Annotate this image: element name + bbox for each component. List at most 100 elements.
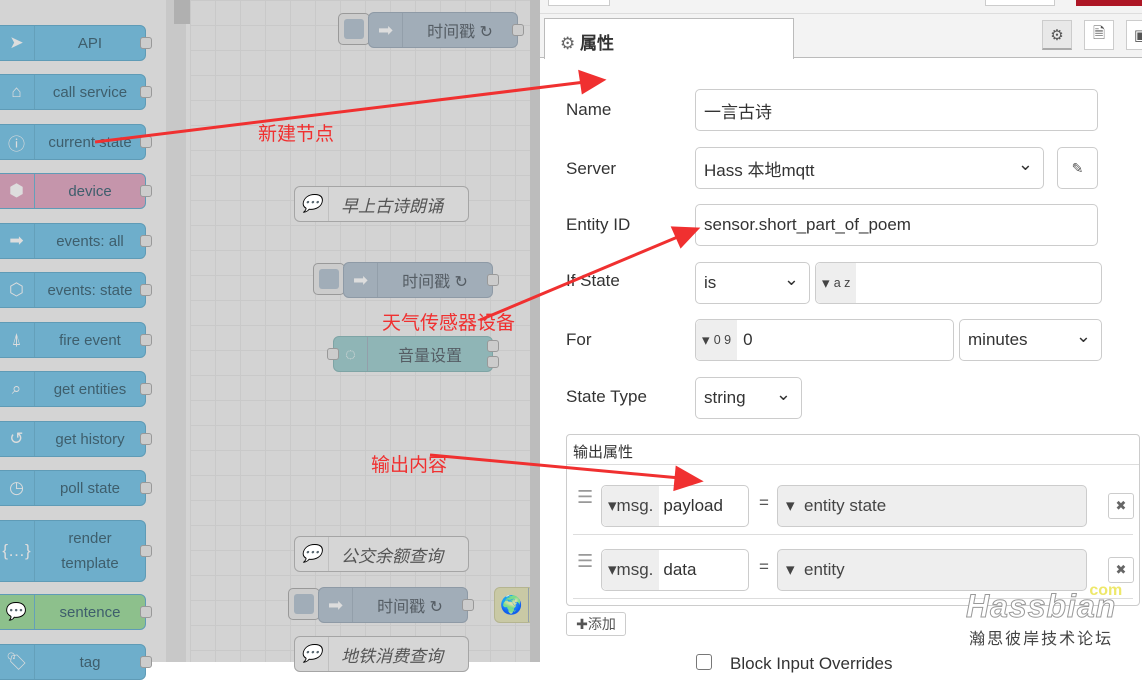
output-port[interactable] (140, 334, 152, 346)
palette-node[interactable]: ◷ poll state (0, 470, 152, 506)
inject-button[interactable] (338, 13, 370, 45)
output-port[interactable] (140, 656, 152, 668)
delete-row-button[interactable]: ✖ (1108, 557, 1134, 583)
palette-node[interactable]: ⍋ fire event (0, 322, 152, 358)
palette-scrollbar[interactable] (166, 0, 186, 662)
output-port[interactable] (512, 24, 524, 36)
volume-node[interactable]: ◌ 音量设置 (333, 336, 493, 372)
settings-tab-button[interactable]: ⚙ (1042, 20, 1072, 50)
annotation-sensor-device: 天气传感器设备 (382, 313, 516, 334)
description-tab-button[interactable]: 🗎 (1084, 20, 1114, 50)
palette-node[interactable]: ➡ events: all (0, 223, 152, 259)
palette-node[interactable]: 💬 sentence (0, 594, 152, 630)
output-value-select[interactable]: ▾ entity state (777, 485, 1087, 527)
arrow-right-icon: ➡ (344, 263, 378, 297)
palette: ➤ API ⌂ call service ⓘ current state ⬢ device ➡ e… (0, 0, 190, 680)
output-port[interactable] (462, 599, 474, 611)
block-input-overrides[interactable]: Block Input Overrides (696, 654, 893, 674)
type-selector[interactable]: ▾ 0 9 (696, 320, 738, 360)
output-port[interactable] (140, 433, 152, 445)
if-state-operator-select[interactable]: is (695, 262, 810, 304)
output-properties-list: 输出属性 ☰ ▾ msg. payload = ▾ entity state ✖ … (566, 434, 1140, 606)
output-value-select[interactable]: ▾ entity (777, 549, 1087, 591)
drag-handle-icon[interactable]: ☰ (577, 551, 593, 572)
history-icon: ↺ (0, 422, 35, 456)
antenna-icon: ⍋ (0, 323, 35, 357)
output-property-input[interactable]: ▾ msg. data (601, 549, 749, 591)
server-select[interactable]: Hass 本地mqtt (695, 147, 1044, 189)
output-port[interactable] (487, 356, 499, 368)
output-property-input[interactable]: ▾ msg. payload (601, 485, 749, 527)
arrow-right-icon: ➡ (0, 224, 35, 258)
palette-scroll-thumb[interactable] (174, 0, 190, 24)
comment-node[interactable]: 💬 公交余额查询 (294, 536, 469, 572)
drag-handle-icon[interactable]: ☰ (577, 487, 593, 508)
edit-server-button[interactable]: ✎ (1057, 147, 1098, 189)
paper-plane-icon: ➤ (0, 26, 35, 60)
palette-node[interactable]: ➤ API (0, 25, 152, 61)
palette-node[interactable]: ⬢ device (0, 173, 152, 209)
entities-search-icon: ⌕ (0, 372, 35, 406)
input-port[interactable] (327, 348, 339, 360)
speech-bubble-icon: 💬 (295, 537, 329, 571)
delete-button[interactable] (985, 0, 1055, 6)
inject-button[interactable] (313, 263, 345, 295)
palette-node[interactable]: ⓘ current state (0, 124, 152, 160)
output-port[interactable] (140, 86, 152, 98)
for-unit-select[interactable]: minutes (959, 319, 1102, 361)
palette-node[interactable]: ⬡ events: state (0, 272, 152, 308)
output-port[interactable] (140, 235, 152, 247)
entity-id-input[interactable]: sensor.short_part_of_poem (695, 204, 1098, 246)
for-input[interactable]: ▾ 0 90 (695, 319, 954, 361)
tab-bar: ⚙ 属性 ⚙ 🗎 ▣ (540, 14, 1142, 59)
dial-icon: ◌ (334, 337, 368, 371)
appearance-tab-button[interactable]: ▣ (1126, 20, 1142, 50)
delete-row-button[interactable]: ✖ (1108, 493, 1134, 519)
info-icon: ⓘ (0, 125, 35, 159)
if-state-input[interactable]: ▾ a z (815, 262, 1102, 304)
cube-icon: ⬢ (0, 174, 35, 208)
add-output-button[interactable]: ✚ 添加 (566, 612, 626, 636)
output-port[interactable] (140, 136, 152, 148)
checkbox[interactable] (696, 654, 712, 670)
output-port[interactable] (487, 340, 499, 352)
state-type-select[interactable]: string (695, 377, 802, 419)
type-selector[interactable]: ▾ a z (816, 263, 857, 303)
document-icon: 🗎 (1092, 24, 1106, 42)
done-button[interactable] (1076, 0, 1142, 6)
palette-node[interactable]: ⌕ get entities (0, 371, 152, 407)
palette-node[interactable]: ⌂ call service (0, 74, 152, 110)
output-port[interactable] (140, 37, 152, 49)
inject-button[interactable] (288, 588, 320, 620)
inject-node[interactable]: ➡ 时间戳 ↻ (343, 262, 493, 298)
name-label: Name (566, 100, 612, 119)
output-port[interactable] (140, 606, 152, 618)
gear-icon: ⚙ (1050, 26, 1064, 44)
gear-icon: ⚙ (560, 34, 576, 53)
inject-node[interactable]: ➡ 时间戳 ↻ (318, 587, 468, 623)
arrow-right-icon: ➡ (369, 13, 403, 47)
canvas-scrollbar[interactable] (530, 0, 540, 662)
name-input[interactable]: 一言古诗 (695, 89, 1098, 131)
output-port[interactable] (140, 284, 152, 296)
output-port[interactable] (140, 185, 152, 197)
speech-bubble-icon: 💬 (0, 595, 35, 629)
comment-node[interactable]: 💬 早上古诗朗诵 (294, 186, 469, 222)
output-port[interactable] (487, 274, 499, 286)
entity-id-label: Entity ID (566, 215, 631, 234)
output-port[interactable] (140, 482, 152, 494)
output-port[interactable] (140, 545, 152, 557)
inject-node[interactable]: ➡ 时间戳 ↻ (368, 12, 518, 48)
http-node[interactable]: 🌍 (494, 587, 534, 623)
palette-node[interactable]: ↺ get history (0, 421, 152, 457)
tag-icon: 🏷 (0, 645, 35, 679)
tab-properties[interactable]: ⚙ 属性 (544, 18, 794, 59)
arrow-right-icon: ➡ (319, 588, 353, 622)
palette-node[interactable]: {…} render template (0, 520, 152, 582)
properties-panel: ⚙ 属性 ⚙ 🗎 ▣ Name 一言古诗 Server Hass 本地mqtt … (540, 0, 1142, 673)
close-icon: ✖ (1115, 498, 1127, 513)
output-port[interactable] (140, 383, 152, 395)
comment-node[interactable]: 💬 地铁消费查询 (294, 636, 469, 672)
palette-node[interactable]: 🏷 tag (0, 644, 152, 680)
cancel-button[interactable] (548, 0, 610, 6)
